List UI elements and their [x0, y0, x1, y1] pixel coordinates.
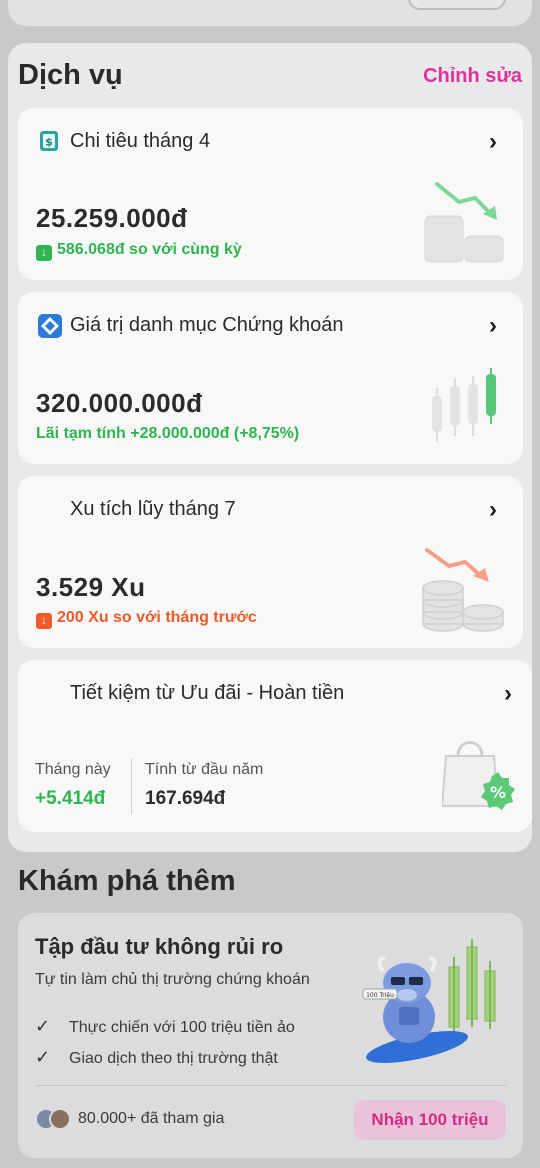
avatar: [49, 1108, 71, 1130]
coins-compare: ↓ 200 Xu so với tháng trước: [36, 609, 257, 629]
services-header: Dịch vụ Chỉnh sửa: [18, 57, 522, 97]
portfolio-profit: Lãi tạm tính +28.000.000đ (+8,75%): [36, 425, 300, 442]
explore-title: Khám phá thêm: [18, 865, 236, 897]
spending-title: Chi tiêu tháng 4: [70, 130, 211, 152]
promo-subtitle: Tự tin làm chủ thị trường chứng khoán: [35, 971, 310, 988]
spending-card[interactable]: $ Chi tiêu tháng 4 › 25.259.000đ ↓ 586.06…: [18, 108, 523, 280]
coins-compare-text: 200 Xu so với tháng trước: [57, 609, 257, 626]
chevron-right-icon[interactable]: ›: [489, 312, 497, 340]
savings-divider: [131, 758, 132, 814]
portfolio-card[interactable]: Giá trị danh mục Chứng khoán › 320.000.0…: [18, 292, 523, 464]
portfolio-value: 320.000.000đ: [36, 388, 203, 418]
spending-compare-text: 586.068đ so với cùng kỳ: [57, 241, 242, 258]
svg-text:%: %: [490, 783, 506, 802]
stock-app-icon: [38, 314, 62, 338]
previous-card-button[interactable]: [408, 0, 506, 10]
portfolio-title: Giá trị danh mục Chứng khoán: [70, 314, 344, 336]
promo-bullet-text: Giao dịch theo thị trường thật: [69, 1050, 278, 1067]
svg-text:$: $: [45, 136, 53, 149]
participant-avatars: [35, 1108, 75, 1132]
savings-title: Tiết kiệm từ Ưu đãi - Hoàn tiền: [70, 682, 345, 704]
ytd-value: 167.694đ: [145, 788, 226, 809]
coins-down-illustration: [422, 548, 504, 632]
bull-mascot-surfing-illustration: 100 Triệu: [362, 939, 496, 1063]
joined-count: 80.000+ đã tham gia: [78, 1110, 225, 1127]
checkmark-icon: ✓: [35, 1047, 51, 1067]
previous-card: [8, 0, 532, 26]
shopping-bag-discount-icon: %: [442, 741, 515, 810]
edit-services-link[interactable]: Chỉnh sửa: [423, 65, 522, 88]
promo-divider: [35, 1085, 506, 1086]
mascot-banknote-label: 100 Triệu: [366, 992, 394, 999]
promo-bullet: ✓ Thực chiến với 100 triệu tiền ảo: [35, 1016, 295, 1037]
coins-title: Xu tích lũy tháng 7: [70, 498, 236, 520]
coins-value: 3.529 Xu: [36, 572, 146, 602]
ytd-label: Tính từ đầu năm: [145, 761, 264, 778]
spending-compare: ↓ 586.068đ so với cùng kỳ: [36, 241, 242, 261]
dollar-bill-icon: $: [40, 131, 58, 151]
arrow-down-icon: ↓: [36, 613, 52, 629]
get-100-million-button[interactable]: Nhận 100 triệu: [354, 1100, 506, 1140]
chevron-right-icon[interactable]: ›: [489, 496, 497, 524]
savings-card[interactable]: Tiết kiệm từ Ưu đãi - Hoàn tiền › Tháng …: [18, 660, 532, 832]
spending-value: 25.259.000đ: [36, 203, 188, 233]
arrow-down-icon: ↓: [36, 245, 52, 261]
promo-bullet-text: Thực chiến với 100 triệu tiền ảo: [69, 1019, 295, 1036]
this-month-value: +5.414đ: [35, 788, 106, 809]
this-month-label: Tháng này: [35, 761, 111, 778]
promo-title: Tập đầu tư không rủi ro: [35, 934, 284, 959]
spending-down-illustration: [424, 182, 504, 263]
checkmark-icon: ✓: [35, 1016, 51, 1036]
promo-bullet: ✓ Giao dịch theo thị trường thật: [35, 1047, 278, 1068]
coins-card[interactable]: Xu tích lũy tháng 7 › 3.529 Xu ↓ 200 Xu s…: [18, 476, 523, 648]
paper-trading-promo-card[interactable]: Tập đầu tư không rủi ro Tự tin làm chủ t…: [18, 913, 523, 1158]
services-panel: Dịch vụ Chỉnh sửa $ Chi tiêu tháng 4 › 2…: [8, 43, 532, 852]
candlestick-illustration: [432, 368, 496, 442]
chevron-right-icon[interactable]: ›: [504, 680, 512, 708]
services-title: Dịch vụ: [18, 59, 123, 91]
chevron-right-icon[interactable]: ›: [489, 128, 497, 156]
